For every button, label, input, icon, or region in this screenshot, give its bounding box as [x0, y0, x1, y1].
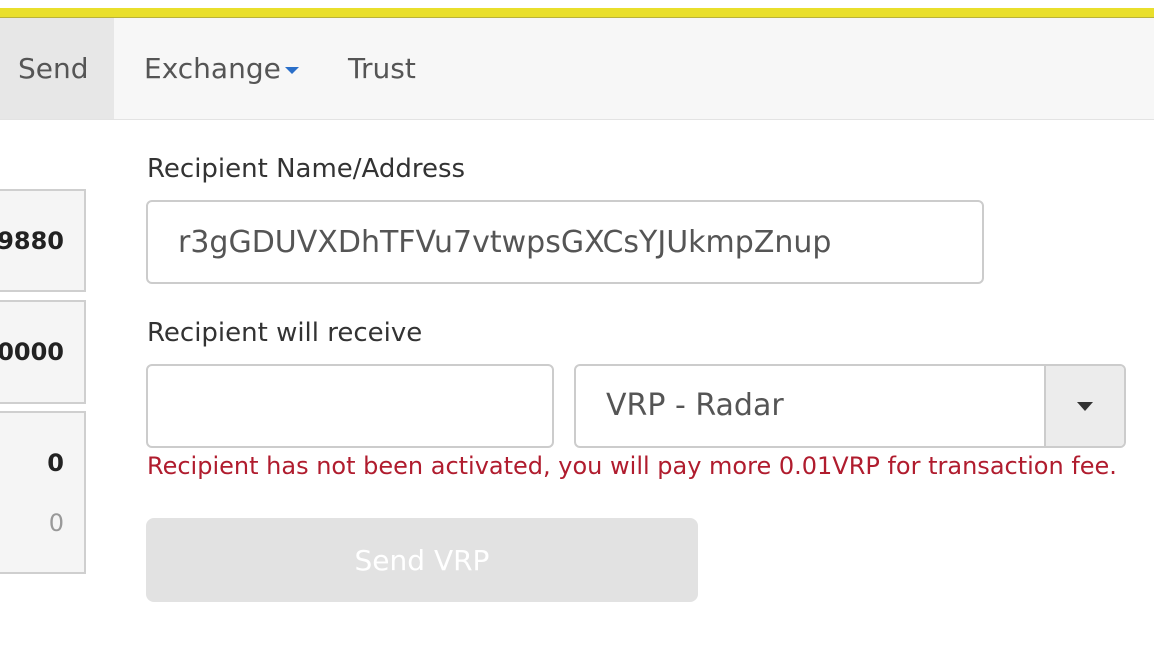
- caret-down-icon: [1077, 401, 1093, 411]
- recipient-address-input[interactable]: [146, 200, 984, 284]
- balance-value: 0: [47, 449, 64, 477]
- currency-select[interactable]: VRP - Radar: [574, 364, 1126, 448]
- tab-trust-label: Trust: [348, 52, 416, 85]
- amount-input[interactable]: [146, 364, 554, 448]
- recipient-label: Recipient Name/Address: [147, 154, 466, 184]
- send-button[interactable]: Send VRP: [146, 518, 698, 602]
- tab-send-label: Send: [18, 52, 89, 85]
- tab-exchange-label: Exchange: [144, 52, 281, 85]
- top-stripe: [0, 0, 1154, 18]
- tab-send[interactable]: Send: [0, 18, 114, 119]
- error-message: Recipient has not been activated, you wi…: [147, 452, 1117, 480]
- tab-exchange[interactable]: Exchange: [144, 18, 299, 119]
- currency-dropdown-toggle[interactable]: [1044, 366, 1124, 446]
- receive-amount-label: Recipient will receive: [147, 318, 423, 348]
- chevron-down-icon: [284, 67, 299, 74]
- accent-bar: [0, 8, 1154, 18]
- balance-value: 0000: [0, 338, 64, 366]
- tab-trust[interactable]: Trust: [348, 18, 416, 119]
- balance-card: 0 0: [0, 411, 86, 574]
- balance-card: 9880: [0, 189, 86, 292]
- balance-value: 9880: [0, 227, 64, 255]
- currency-select-value: VRP - Radar: [606, 388, 784, 423]
- navbar: Send Exchange Trust: [0, 18, 1154, 120]
- balance-sub-value: 0: [48, 509, 64, 537]
- balance-card: 0000: [0, 300, 86, 404]
